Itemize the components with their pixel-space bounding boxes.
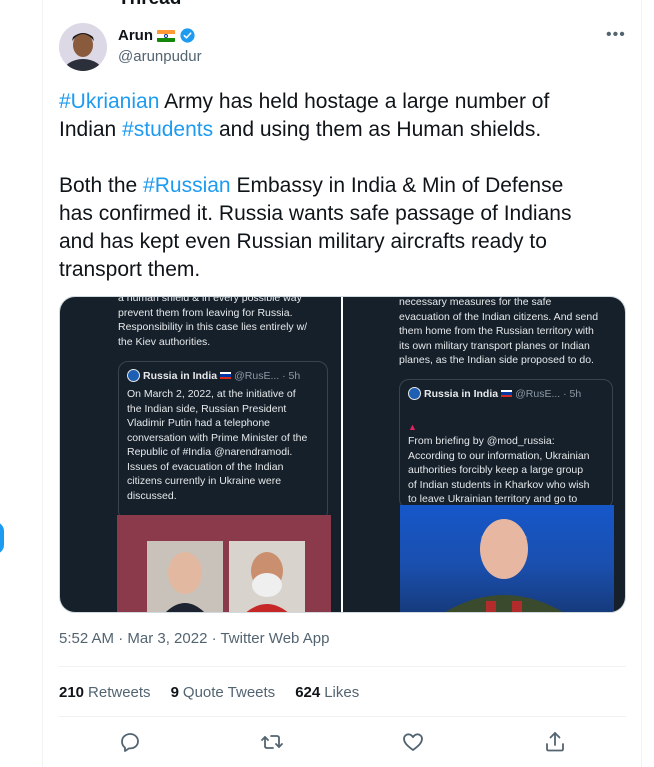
retweets-stat[interactable]: 210 Retweets	[59, 684, 151, 701]
like-icon[interactable]	[401, 730, 425, 754]
india-flag-icon	[157, 29, 175, 42]
hashtag-link[interactable]: #students	[122, 118, 213, 141]
compose-button[interactable]	[0, 522, 4, 554]
divider	[59, 666, 626, 667]
russia-flag-icon	[501, 389, 513, 398]
tweet-actions	[59, 730, 626, 754]
retweets-label: Retweets	[88, 684, 151, 701]
quote-author-meta-right: @RusE... · 5h	[515, 387, 582, 400]
likes-label: Likes	[324, 684, 360, 701]
divider	[59, 716, 626, 717]
avatar[interactable]	[59, 23, 107, 71]
tweet-media[interactable]: a human shield & in every possible way p…	[59, 296, 626, 613]
russia-embassy-logo-icon	[127, 369, 140, 382]
quote-body: On March 2, 2022, at the initiative of t…	[127, 388, 308, 502]
quotes-count: 9	[170, 684, 179, 701]
embedded-tweet-text-right: necessary measures for the safe evacuati…	[399, 297, 599, 366]
photo-face-right	[229, 541, 305, 612]
photo-face-left	[147, 541, 223, 612]
quote-author-name-right: Russia in India	[424, 387, 499, 400]
quote-body-right: ▲ From briefing by @mod_russia: Accordin…	[408, 405, 608, 521]
quote-author-meta: @RusE... · 5h	[234, 369, 301, 382]
general-photo	[400, 505, 614, 612]
hashtag-link[interactable]: #Ukrianian	[59, 90, 159, 113]
engagement-stats: 210 Retweets 9 Quote Tweets 624 Likes	[59, 684, 359, 701]
embedded-quote-tweet: Russia in India @RusE... · 5h On March 2…	[118, 361, 328, 521]
quotes-label: Quote Tweets	[182, 684, 276, 701]
quote-author-name: Russia in India	[143, 369, 218, 382]
verified-badge-icon	[180, 28, 195, 43]
page-title: Thread	[118, 0, 181, 10]
tweet-text: #Ukrianian Army has held hostage a large…	[59, 88, 629, 284]
media-image-left[interactable]: a human shield & in every possible way p…	[60, 297, 341, 612]
red-triangle-icon: ▲	[408, 421, 417, 432]
likes-stat[interactable]: 624 Likes	[295, 684, 359, 701]
russia-embassy-logo-icon	[408, 387, 421, 400]
embedded-tweet-text: a human shield & in every possible way p…	[118, 297, 308, 348]
leaders-photo	[117, 515, 331, 612]
media-image-right[interactable]: necessary measures for the safe evacuati…	[343, 297, 625, 612]
reply-icon[interactable]	[118, 730, 142, 754]
author-name-label[interactable]: Arun	[118, 27, 153, 44]
likes-count: 624	[295, 684, 321, 701]
embedded-quote-tweet-right: Russia in India @RusE... · 5h ▲ From bri…	[399, 379, 613, 520]
retweets-count: 210	[59, 684, 85, 701]
author-name[interactable]: Arun	[118, 27, 196, 44]
russia-flag-icon	[220, 371, 232, 380]
hashtag-link[interactable]: #Russian	[143, 174, 231, 197]
author-handle[interactable]: @arunpudur	[118, 48, 202, 65]
share-icon[interactable]	[543, 730, 567, 754]
retweet-icon[interactable]	[260, 730, 284, 754]
more-options-icon[interactable]: •••	[606, 26, 626, 44]
tweet-timestamp[interactable]: 5:52 AM · Mar 3, 2022 · Twitter Web App	[59, 630, 329, 647]
quote-tweets-stat[interactable]: 9 Quote Tweets	[171, 684, 276, 701]
